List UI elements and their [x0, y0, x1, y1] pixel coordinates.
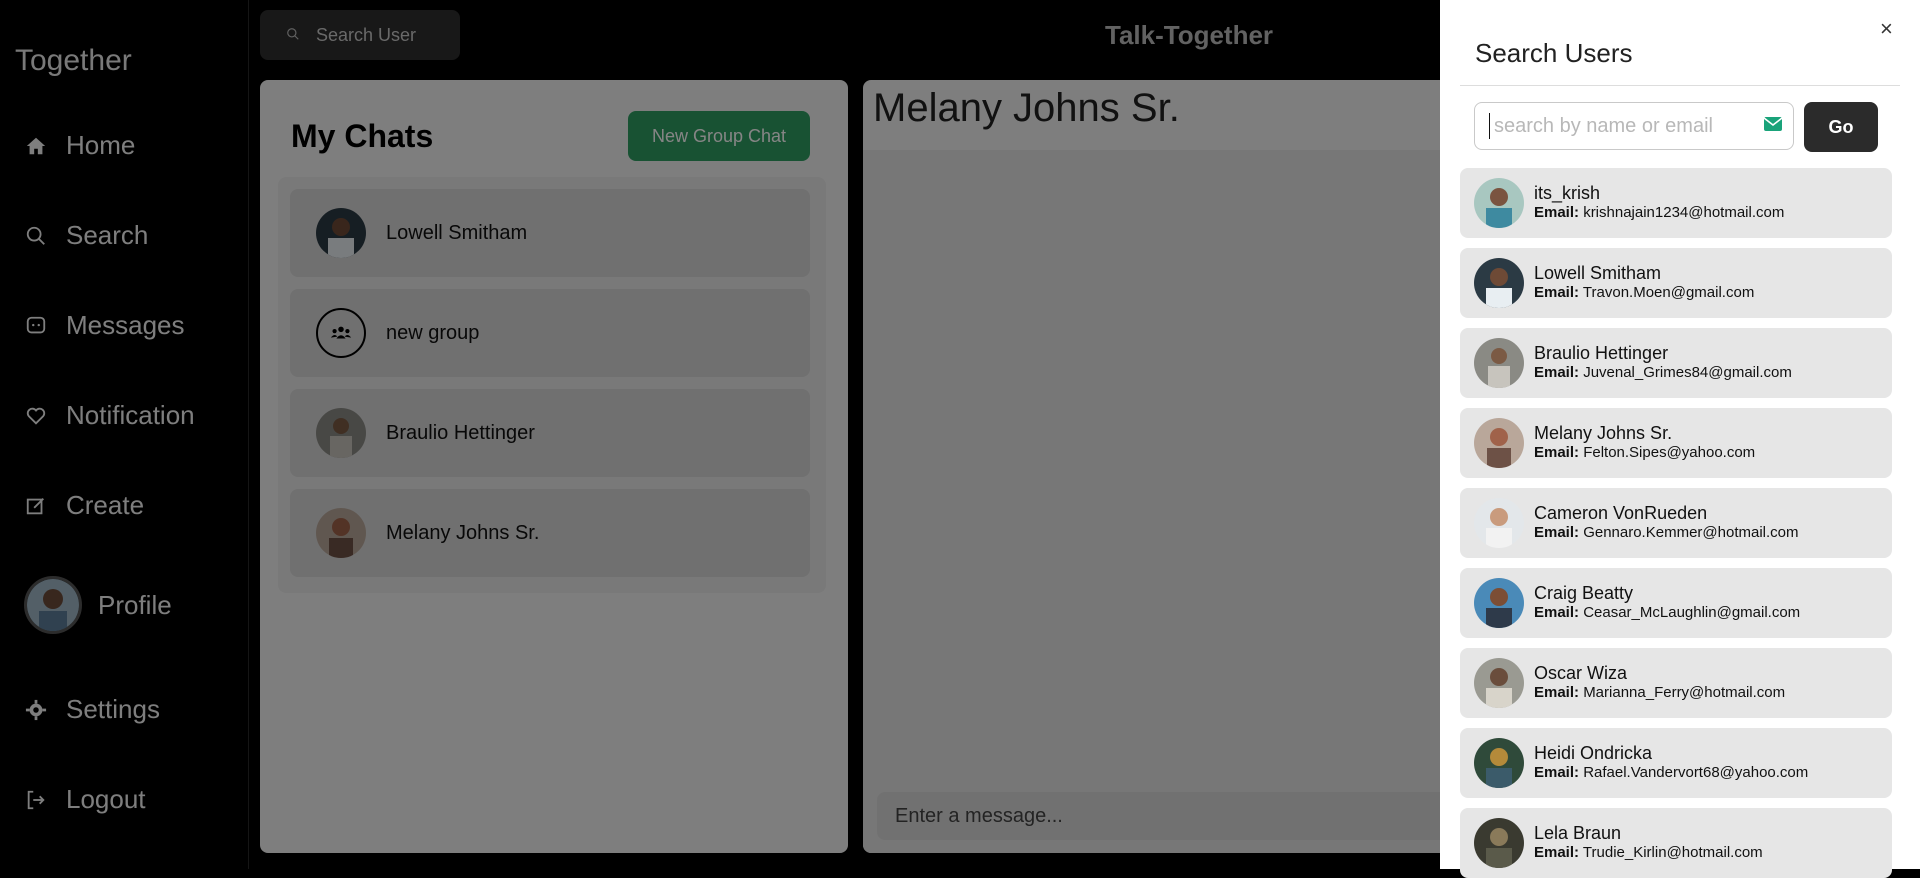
user-name: Oscar Wiza [1534, 663, 1628, 683]
user-name: its_krish [1534, 183, 1601, 203]
user-info: Lela Braun Email: Trudie_Kirlin@hotmail.… [1534, 823, 1763, 863]
user-name: Lowell Smitham [1534, 263, 1662, 283]
user-result-item[interactable]: Cameron VonRueden Email: Gennaro.Kemmer@… [1460, 488, 1892, 558]
email-value: Travon.Moen@gmail.com [1582, 284, 1755, 301]
email-value: krishnajain1234@hotmail.com [1583, 204, 1785, 221]
search-field[interactable] [1474, 102, 1794, 150]
email-label: Email: [1534, 204, 1580, 221]
user-result-item[interactable]: Lowell Smitham Email: Travon.Moen@gmail.… [1460, 248, 1892, 318]
avatar [1474, 578, 1524, 628]
email-icon [1763, 116, 1783, 137]
user-name: Craig Beatty [1534, 583, 1634, 603]
avatar [1474, 498, 1524, 548]
user-email: Email: Juvenal_Grimes84@gmail.com [1534, 363, 1792, 383]
email-value: Ceasar_McLaughlin@gmail.com [1583, 604, 1801, 621]
search-users-drawer: Search Users × Go its_krish Email: krish… [1440, 0, 1920, 878]
user-result-item[interactable]: Heidi Ondricka Email: Rafael.Vandervort6… [1460, 728, 1892, 798]
avatar [1474, 178, 1524, 228]
user-email: Email: Gennaro.Kemmer@hotmail.com [1534, 523, 1799, 543]
email-label: Email: [1534, 844, 1580, 861]
user-email: Email: Ceasar_McLaughlin@gmail.com [1534, 603, 1800, 623]
user-info: Melany Johns Sr. Email: Felton.Sipes@yah… [1534, 423, 1755, 463]
user-name: Braulio Hettinger [1534, 343, 1669, 363]
user-result-item[interactable]: Melany Johns Sr. Email: Felton.Sipes@yah… [1460, 408, 1892, 478]
email-value: Trudie_Kirlin@hotmail.com [1582, 844, 1763, 861]
user-info: Heidi Ondricka Email: Rafael.Vandervort6… [1534, 743, 1808, 783]
avatar [1474, 818, 1524, 868]
email-label: Email: [1534, 524, 1580, 541]
user-name: Lela Braun [1534, 823, 1622, 843]
email-value: Gennaro.Kemmer@hotmail.com [1583, 524, 1799, 541]
email-value: Rafael.Vandervort68@yahoo.com [1583, 764, 1809, 781]
close-icon[interactable]: × [1880, 16, 1893, 42]
avatar [1474, 738, 1524, 788]
email-label: Email: [1534, 364, 1580, 381]
user-name: Melany Johns Sr. [1534, 423, 1673, 443]
user-email: Email: Felton.Sipes@yahoo.com [1534, 443, 1755, 463]
user-email: Email: Trudie_Kirlin@hotmail.com [1534, 843, 1763, 863]
user-result-item[interactable]: Craig Beatty Email: Ceasar_McLaughlin@gm… [1460, 568, 1892, 638]
divider [1460, 85, 1900, 86]
user-result-item[interactable]: Braulio Hettinger Email: Juvenal_Grimes8… [1460, 328, 1892, 398]
user-info: Cameron VonRueden Email: Gennaro.Kemmer@… [1534, 503, 1799, 543]
user-info: its_krish Email: krishnajain1234@hotmail… [1534, 183, 1784, 223]
user-email: Email: krishnajain1234@hotmail.com [1534, 203, 1784, 223]
avatar [1474, 338, 1524, 388]
text-caret [1489, 113, 1490, 139]
user-info: Craig Beatty Email: Ceasar_McLaughlin@gm… [1534, 583, 1800, 623]
user-result-item[interactable]: Lela Braun Email: Trudie_Kirlin@hotmail.… [1460, 808, 1892, 878]
user-info: Braulio Hettinger Email: Juvenal_Grimes8… [1534, 343, 1792, 383]
email-value: Felton.Sipes@yahoo.com [1583, 444, 1756, 461]
email-label: Email: [1534, 284, 1580, 301]
user-info: Oscar Wiza Email: Marianna_Ferry@hotmail… [1534, 663, 1785, 703]
search-input[interactable] [1491, 113, 1763, 139]
email-value: Marianna_Ferry@hotmail.com [1583, 684, 1786, 701]
user-result-item[interactable]: its_krish Email: krishnajain1234@hotmail… [1460, 168, 1892, 238]
email-label: Email: [1534, 604, 1580, 621]
user-email: Email: Travon.Moen@gmail.com [1534, 283, 1754, 303]
user-info: Lowell Smitham Email: Travon.Moen@gmail.… [1534, 263, 1754, 303]
email-value: Juvenal_Grimes84@gmail.com [1583, 364, 1792, 381]
user-email: Email: Rafael.Vandervort68@yahoo.com [1534, 763, 1808, 783]
avatar [1474, 418, 1524, 468]
user-name: Heidi Ondricka [1534, 743, 1653, 763]
email-label: Email: [1534, 684, 1580, 701]
drawer-title: Search Users [1475, 38, 1633, 68]
go-button[interactable]: Go [1804, 102, 1878, 152]
avatar [1474, 258, 1524, 308]
avatar [1474, 658, 1524, 708]
user-name: Cameron VonRueden [1534, 503, 1708, 523]
user-result-item[interactable]: Oscar Wiza Email: Marianna_Ferry@hotmail… [1460, 648, 1892, 718]
email-label: Email: [1534, 764, 1580, 781]
user-email: Email: Marianna_Ferry@hotmail.com [1534, 683, 1785, 703]
email-label: Email: [1534, 444, 1580, 461]
